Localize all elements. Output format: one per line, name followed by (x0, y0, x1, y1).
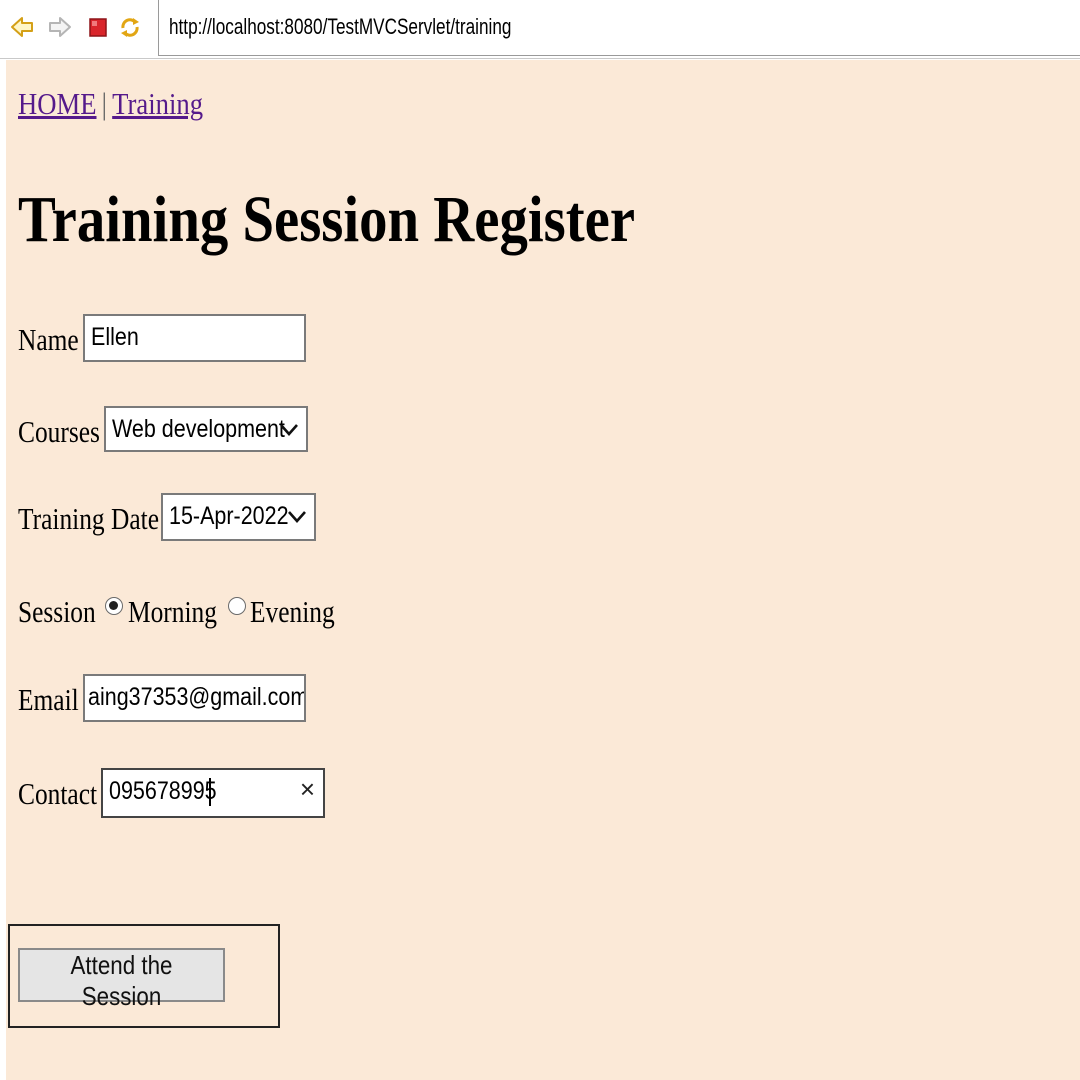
home-link[interactable]: HOME (18, 86, 97, 121)
forward-icon[interactable] (48, 14, 72, 40)
stop-icon[interactable] (86, 14, 110, 40)
session-morning-label: Morning (128, 594, 217, 629)
training-date-select[interactable]: 15-Apr-2022 (161, 493, 316, 541)
contact-value: 095678995 (109, 777, 217, 805)
courses-selected: Web development (112, 415, 285, 443)
address-bar[interactable]: http://localhost:8080/TestMVCServlet/tra… (158, 0, 1080, 56)
session-evening-label: Evening (250, 594, 335, 629)
page-title: Training Session Register (18, 183, 636, 256)
attend-session-button[interactable]: Attend the Session (18, 948, 225, 1011)
contact-label: Contact (18, 776, 98, 811)
training-link[interactable]: Training (112, 86, 203, 121)
email-input[interactable]: aing37353@gmail.com (83, 674, 306, 722)
clear-icon[interactable]: × (300, 776, 315, 802)
attend-session-label: Attend the Session (70, 950, 173, 1011)
back-icon[interactable] (10, 14, 34, 40)
courses-select[interactable]: Web development (104, 406, 308, 452)
page-body: HOME | Training Training Session Register … (6, 60, 1080, 1080)
refresh-icon[interactable] (118, 14, 142, 40)
training-date-label: Training Date (18, 501, 159, 536)
training-date-selected: 15-Apr-2022 (169, 502, 289, 530)
chevron-down-icon (288, 511, 306, 523)
breadcrumb: HOME | Training (18, 86, 203, 122)
session-morning-radio[interactable] (105, 597, 123, 615)
address-url: http://localhost:8080/TestMVCServlet/tra… (169, 14, 512, 39)
browser-toolbar: http://localhost:8080/TestMVCServlet/tra… (0, 0, 1080, 59)
name-value: Ellen (91, 323, 139, 351)
name-label: Name (18, 322, 79, 357)
nav-separator: | (101, 86, 108, 121)
email-value: aing37353@gmail.com (88, 683, 306, 711)
session-evening-radio[interactable] (228, 597, 246, 615)
name-input[interactable]: Ellen (83, 314, 306, 362)
email-label: Email (18, 682, 79, 717)
courses-label: Courses (18, 414, 100, 449)
text-caret (209, 778, 211, 806)
chevron-down-icon (280, 424, 298, 436)
contact-input[interactable]: 095678995 × (101, 768, 325, 818)
session-label: Session (18, 594, 96, 629)
